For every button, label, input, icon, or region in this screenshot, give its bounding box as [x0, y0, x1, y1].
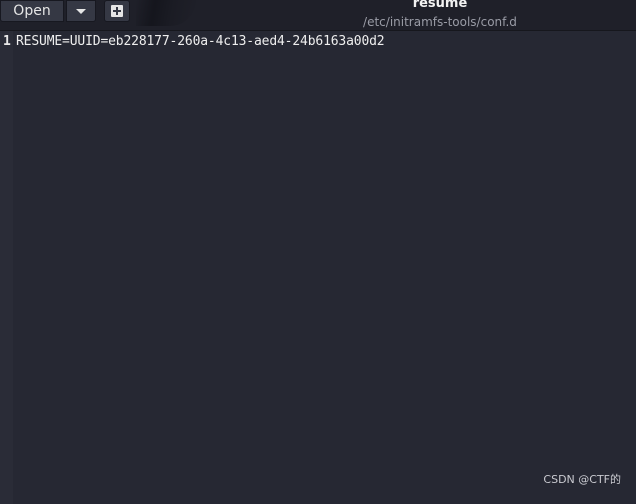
- document-title: resume: [412, 0, 468, 10]
- editor-line[interactable]: 1 RESUME=UUID=eb228177-260a-4c13-aed4-24…: [0, 32, 385, 50]
- chevron-down-icon: [76, 8, 86, 14]
- text-editor-window: Open resume /etc/initramfs-tools/conf.d …: [0, 0, 636, 504]
- new-document-icon: [111, 5, 123, 17]
- editor-area[interactable]: 1 RESUME=UUID=eb228177-260a-4c13-aed4-24…: [0, 31, 636, 504]
- open-button[interactable]: Open: [0, 0, 64, 22]
- background-decoration: [136, 0, 196, 26]
- new-document-button[interactable]: [104, 0, 130, 22]
- line-text[interactable]: RESUME=UUID=eb228177-260a-4c13-aed4-24b6…: [13, 34, 385, 49]
- watermark: CSDN @CTF的: [543, 473, 621, 486]
- header-bar: Open resume /etc/initramfs-tools/conf.d: [0, 0, 636, 31]
- open-button-label: Open: [13, 3, 51, 19]
- document-path: /etc/initramfs-tools/conf.d: [363, 15, 517, 29]
- line-number: 1: [3, 33, 11, 49]
- title-block: resume /etc/initramfs-tools/conf.d: [300, 0, 580, 30]
- open-menu-button[interactable]: [66, 0, 96, 22]
- line-number-gutter: [0, 31, 13, 504]
